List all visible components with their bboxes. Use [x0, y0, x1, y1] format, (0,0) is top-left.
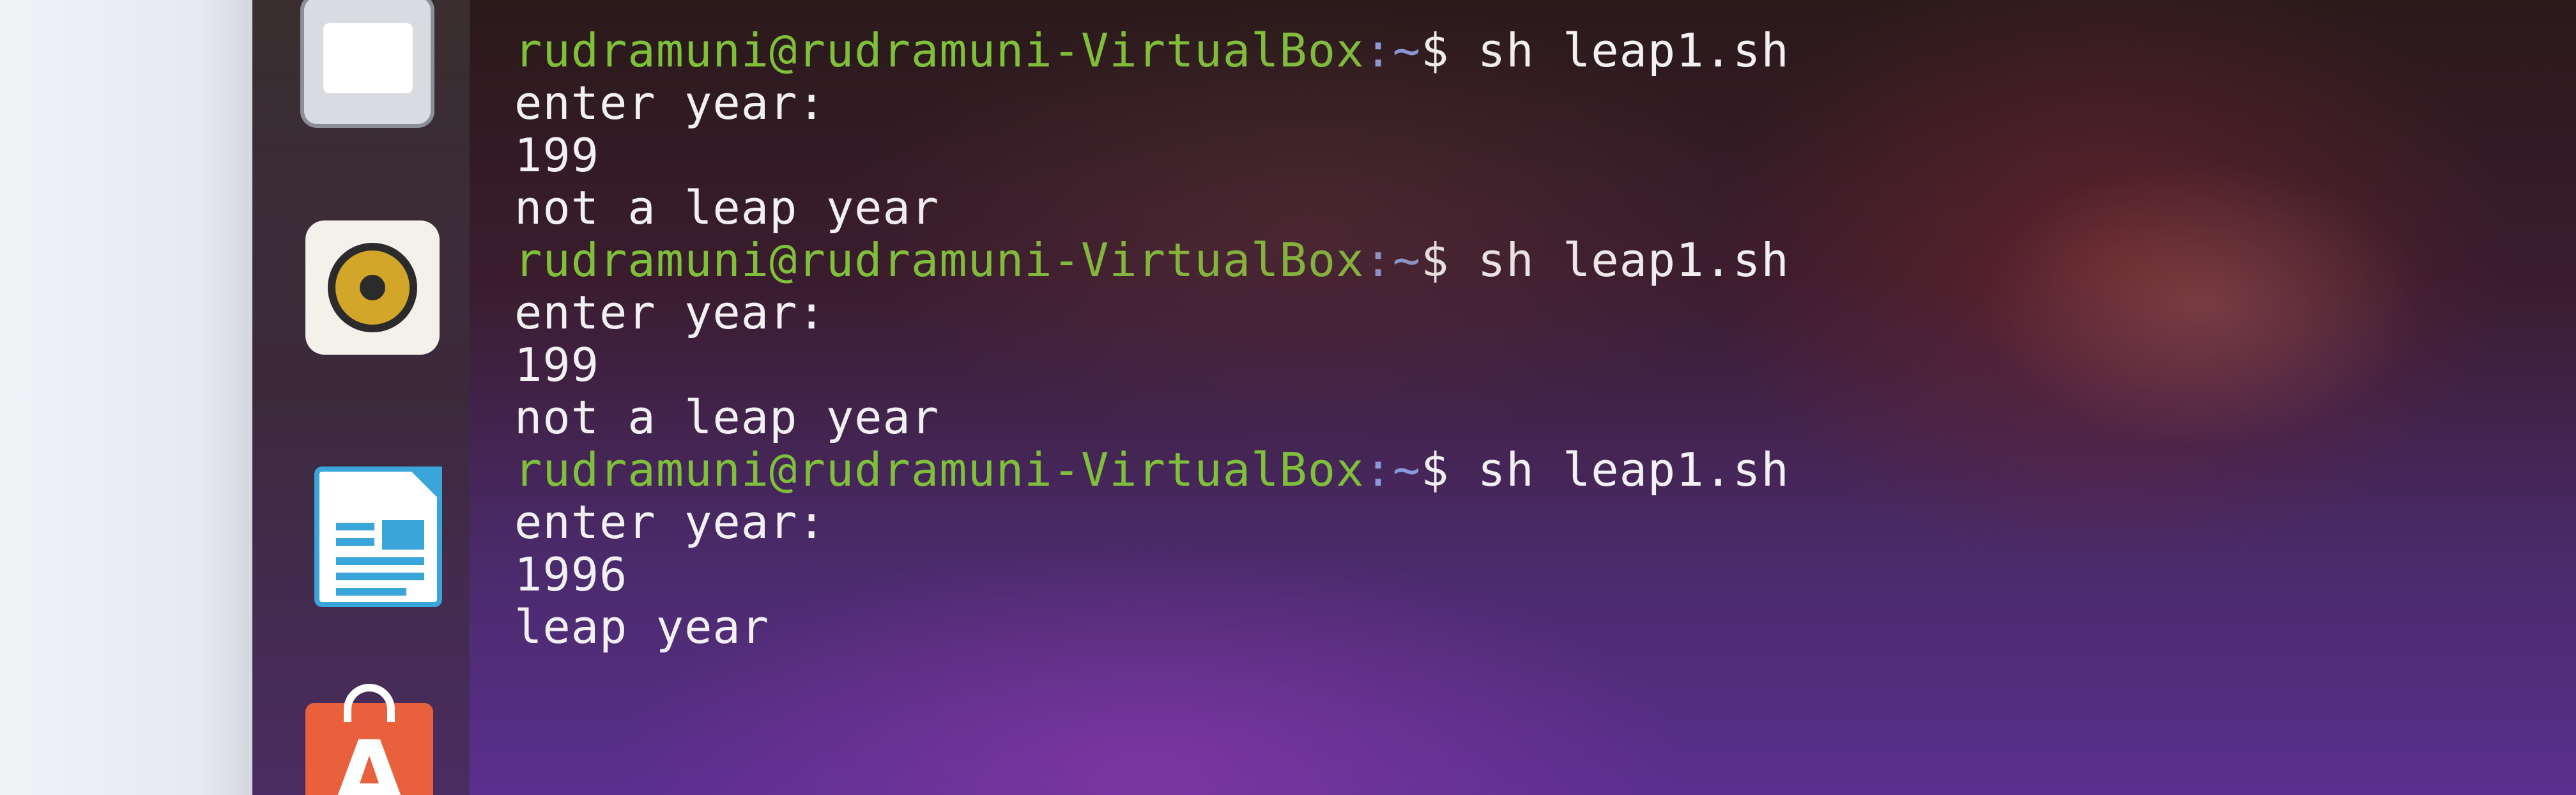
window-background-left — [0, 0, 252, 795]
document-line-icon — [336, 573, 424, 580]
command-text: sh leap1.sh — [1477, 443, 1790, 497]
document-corner-icon — [406, 467, 442, 502]
command-text: sh leap1.sh — [1477, 233, 1790, 287]
prompt-symbol: $ — [1421, 24, 1478, 77]
terminal-prompt-line: rudramuni@rudramuni-VirtualBox:~$ sh lea… — [514, 444, 2559, 496]
document-line-icon — [336, 588, 406, 596]
prompt-path: :~ — [1364, 233, 1422, 287]
prompt-path: :~ — [1364, 443, 1422, 497]
folder-icon — [323, 23, 413, 93]
terminal-output-line: enter year: — [514, 76, 826, 130]
prompt-user-host: rudramuni@rudramuni-VirtualBox — [514, 443, 1365, 497]
store-letter: A — [332, 721, 407, 795]
prompt-user-host: rudramuni@rudramuni-VirtualBox — [514, 24, 1365, 77]
document-line-icon — [336, 523, 374, 530]
prompt-path: :~ — [1364, 24, 1422, 77]
terminal-output-line: 199 — [514, 128, 600, 182]
terminal-prompt-line: rudramuni@rudramuni-VirtualBox:~$ sh lea… — [514, 234, 2559, 286]
terminal-output-line: leap year — [514, 600, 770, 654]
libreoffice-launcher-icon[interactable] — [314, 467, 442, 607]
command-text: sh leap1.sh — [1477, 24, 1790, 77]
terminal-output-line: enter year: — [514, 495, 826, 549]
speaker-icon — [328, 243, 417, 332]
terminal-output-line: 1996 — [514, 548, 628, 601]
terminal-line-cut — [514, 0, 2559, 24]
prompt-symbol: $ — [1421, 443, 1478, 497]
document-picture-icon — [382, 520, 424, 550]
software-center-launcher-icon[interactable]: A — [305, 684, 433, 795]
terminal-output-line: 199 — [514, 338, 600, 392]
files-launcher-icon[interactable] — [300, 0, 434, 128]
terminal-output[interactable]: rudramuni@rudramuni-VirtualBox:~$ sh lea… — [514, 0, 2559, 653]
rhythmbox-launcher-icon[interactable] — [305, 220, 440, 355]
terminal-output-line: not a leap year — [514, 181, 940, 235]
terminal-prompt-line: rudramuni@rudramuni-VirtualBox:~$ sh lea… — [514, 24, 2559, 77]
terminal-output-line: enter year: — [514, 286, 826, 339]
document-line-icon — [336, 538, 374, 546]
prompt-user-host: rudramuni@rudramuni-VirtualBox — [514, 233, 1365, 287]
prompt-symbol: $ — [1421, 233, 1478, 287]
screen: A rudramuni@rudramuni-VirtualBox:~$ sh l… — [0, 0, 2576, 795]
document-line-icon — [336, 557, 424, 565]
terminal-output-line: not a leap year — [514, 390, 940, 444]
